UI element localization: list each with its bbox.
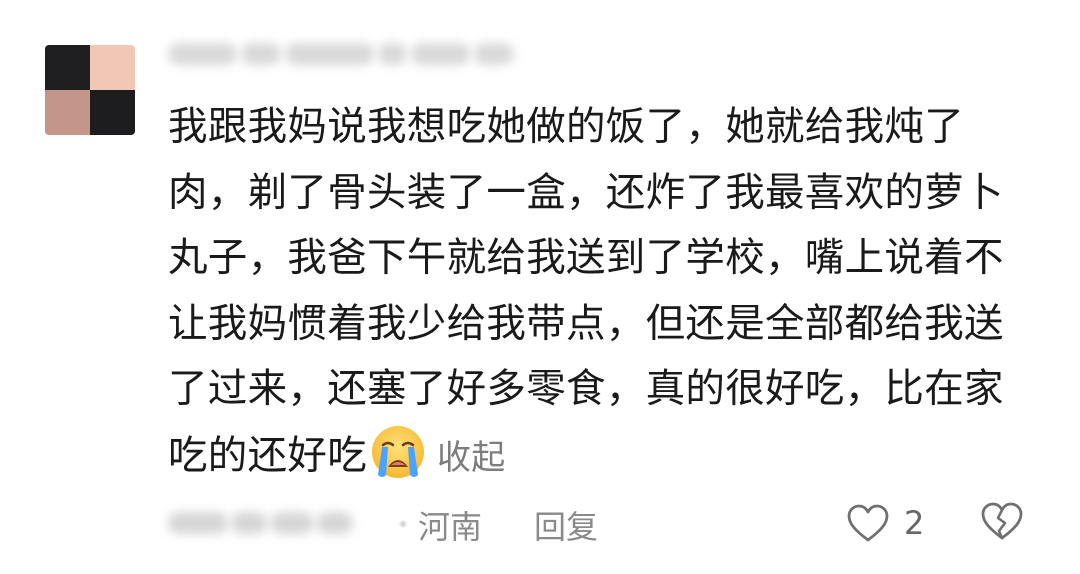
avatar-tile bbox=[90, 90, 135, 135]
reply-button[interactable]: 回复 bbox=[534, 502, 598, 548]
avatar-tile bbox=[90, 45, 135, 90]
avatar-tile bbox=[45, 45, 90, 90]
location-label: 河南 bbox=[418, 508, 483, 546]
comment-line: 丸子，我爸下午就给我送到了学校，嘴上说着不 bbox=[168, 235, 1004, 281]
like-button[interactable]: 2 bbox=[846, 498, 924, 548]
comment-line: 肉，剃了骨头装了一盒，还炸了我最喜欢的萝卜 bbox=[168, 169, 1004, 216]
broken-heart-icon bbox=[981, 502, 1023, 540]
comment-line: 我跟我妈说我想吃她做的饭了，她就给我炖了 bbox=[168, 104, 964, 150]
comment-footer: 河南 回复 2 bbox=[168, 496, 1048, 552]
comment-line: 让我妈惯着我少给我带点，但还是全部都给我送 bbox=[168, 300, 1004, 347]
loudly-crying-face-icon bbox=[369, 423, 427, 481]
avatar-tile bbox=[45, 90, 90, 135]
comment-line-last: 吃的还好吃 收起 bbox=[168, 423, 1038, 492]
username-blurred[interactable] bbox=[168, 36, 518, 72]
like-count: 2 bbox=[904, 504, 925, 542]
avatar[interactable] bbox=[45, 45, 135, 135]
comment-line: 了过来，还塞了好多零食，真的很好吃，比在家 bbox=[168, 366, 1004, 412]
dislike-button[interactable] bbox=[980, 501, 1024, 541]
heart-icon bbox=[847, 504, 889, 542]
collapse-link[interactable]: 收起 bbox=[437, 438, 506, 478]
date-blurred bbox=[168, 508, 378, 538]
comment-body: 我跟我妈说我想吃她做的饭了，她就给我炖了 肉，剃了骨头装了一盒，还炸了我最喜欢的… bbox=[168, 95, 1038, 491]
comment-line: 吃的还好吃 bbox=[168, 432, 367, 479]
separator-dot bbox=[400, 521, 406, 527]
